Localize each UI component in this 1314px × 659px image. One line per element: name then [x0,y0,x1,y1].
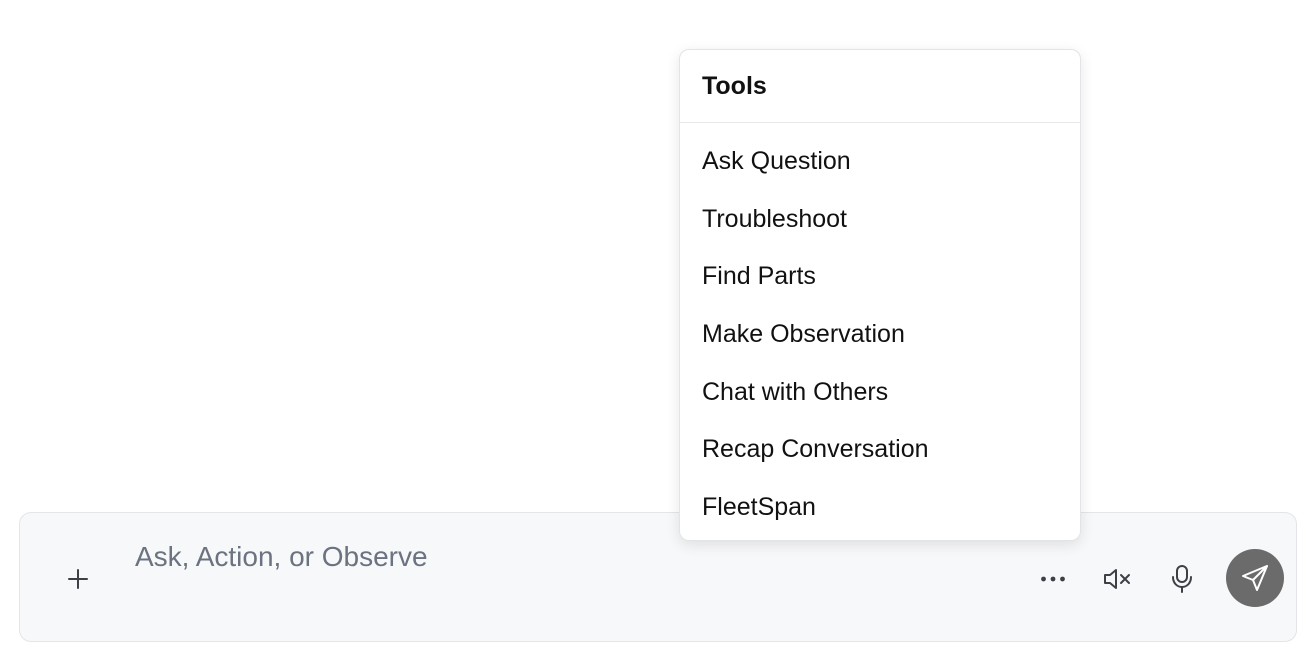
tools-menu: Tools Ask Question Troubleshoot Find Par… [679,49,1081,541]
tools-menu-title: Tools [680,50,1080,123]
add-button[interactable] [58,559,98,599]
volume-muted-icon [1104,569,1130,589]
microphone-button[interactable] [1161,558,1203,600]
more-horizontal-icon [1041,576,1065,582]
mute-button[interactable] [1096,558,1138,600]
tools-item-recap-conversation[interactable]: Recap Conversation [680,421,1080,479]
tools-item-make-observation[interactable]: Make Observation [680,306,1080,364]
tools-item-chat-with-others[interactable]: Chat with Others [680,363,1080,421]
prompt-input[interactable] [135,537,1015,577]
page: Tools Ask Question Troubleshoot Find Par… [0,0,1314,659]
send-button[interactable] [1226,549,1284,607]
send-icon [1242,565,1268,591]
tools-menu-list: Ask Question Troubleshoot Find Parts Mak… [680,123,1080,536]
tools-item-troubleshoot[interactable]: Troubleshoot [680,191,1080,249]
tools-item-fleetspan[interactable]: FleetSpan [680,479,1080,537]
microphone-icon [1172,565,1192,593]
plus-icon [68,569,88,589]
composer-bar [19,512,1297,642]
tools-item-find-parts[interactable]: Find Parts [680,248,1080,306]
more-options-button[interactable] [1032,558,1074,600]
tools-item-ask-question[interactable]: Ask Question [680,133,1080,191]
